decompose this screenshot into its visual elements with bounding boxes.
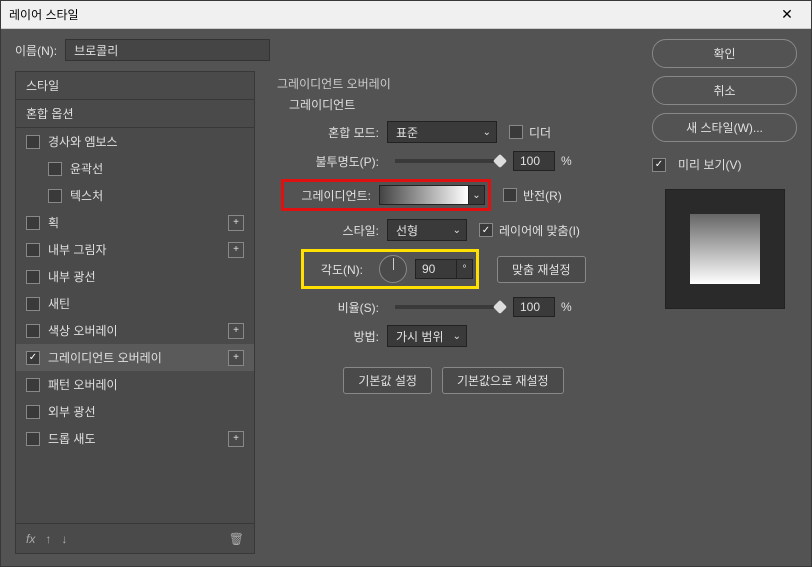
sidebar-item-label: 윤곽선 — [70, 160, 103, 177]
sidebar-item-label: 그레이디언트 오버레이 — [48, 349, 162, 366]
sidebar-item-label: 외부 광선 — [48, 403, 96, 420]
style-select[interactable]: 선형 — [387, 219, 467, 241]
scale-unit: % — [561, 300, 572, 314]
sidebar-item-4[interactable]: 내부 그림자 + — [16, 236, 254, 263]
sidebar-item-label: 경사와 엠보스 — [48, 133, 118, 150]
style-label: 스타일: — [297, 222, 387, 239]
sidebar-item-10[interactable]: 외부 광선 — [16, 398, 254, 425]
add-effect-button[interactable]: + — [228, 323, 244, 339]
gradient-highlight: 그레이디언트: ⌄ — [281, 179, 491, 211]
angle-input[interactable] — [415, 259, 457, 279]
section-title: 그레이디언트 오버레이 — [277, 75, 630, 92]
sidebar-item-label: 색상 오버레이 — [48, 322, 118, 339]
sidebar-item-8[interactable]: 그레이디언트 오버레이 + — [16, 344, 254, 371]
sidebar-item-label: 패턴 오버레이 — [48, 376, 118, 393]
sidebar-item-7[interactable]: 색상 오버레이 + — [16, 317, 254, 344]
styles-panel: 스타일혼합 옵션경사와 엠보스윤곽선텍스처획+내부 그림자+내부 광선새틴색상 … — [15, 71, 255, 554]
sidebar-item-2[interactable]: 텍스처 — [16, 182, 254, 209]
sidebar-header-styles[interactable]: 스타일 — [16, 72, 254, 100]
sidebar-item-1[interactable]: 윤곽선 — [16, 155, 254, 182]
preview-box — [665, 189, 785, 309]
name-input[interactable] — [65, 39, 270, 61]
sidebar-item-6[interactable]: 새틴 — [16, 290, 254, 317]
sidebar-checkbox-6[interactable] — [26, 297, 40, 311]
add-effect-button[interactable]: + — [228, 242, 244, 258]
angle-label: 각도(N): — [307, 261, 371, 278]
default-set-button[interactable]: 기본값 설정 — [343, 367, 432, 394]
sidebar-item-label: 텍스처 — [70, 187, 103, 204]
fx-icon[interactable]: fx — [26, 532, 35, 546]
sub-section-title: 그레이디언트 — [289, 96, 630, 113]
sidebar-item-label: 드롭 새도 — [48, 430, 96, 447]
preview-label: 미리 보기(V) — [678, 156, 742, 173]
new-style-button[interactable]: 새 스타일(W)... — [652, 113, 797, 142]
add-effect-button[interactable]: + — [228, 215, 244, 231]
cancel-button[interactable]: 취소 — [652, 76, 797, 105]
sidebar-checkbox-1[interactable] — [48, 162, 62, 176]
reverse-label: 반전(R) — [523, 187, 562, 204]
add-effect-button[interactable]: + — [228, 431, 244, 447]
preview-checkbox[interactable] — [652, 158, 666, 172]
sidebar-item-5[interactable]: 내부 광선 — [16, 263, 254, 290]
window-title: 레이어 스타일 — [9, 6, 771, 23]
preview-swatch — [690, 214, 760, 284]
trash-icon[interactable]: 🗑 — [229, 532, 244, 546]
scale-slider[interactable] — [395, 305, 505, 309]
add-effect-button[interactable]: + — [228, 350, 244, 366]
sidebar-checkbox-2[interactable] — [48, 189, 62, 203]
close-button[interactable]: ✕ — [771, 1, 803, 29]
name-label: 이름(N): — [15, 42, 57, 59]
right-panel: 확인 취소 새 스타일(W)... 미리 보기(V) — [652, 71, 797, 554]
gradient-label: 그레이디언트: — [287, 187, 379, 204]
ok-button[interactable]: 확인 — [652, 39, 797, 68]
method-select[interactable]: 가시 범위 — [387, 325, 467, 347]
align-label: 레이어에 맞춤(I) — [499, 222, 580, 239]
scale-label: 비율(S): — [297, 299, 387, 316]
dither-label: 디더 — [529, 124, 551, 141]
sidebar-item-label: 새틴 — [48, 295, 70, 312]
sidebar-checkbox-0[interactable] — [26, 135, 40, 149]
angle-dial[interactable] — [379, 255, 407, 283]
sidebar-checkbox-9[interactable] — [26, 378, 40, 392]
scale-input[interactable] — [513, 297, 555, 317]
align-checkbox[interactable] — [479, 223, 493, 237]
gradient-dropdown-icon[interactable]: ⌄ — [469, 185, 485, 205]
styles-footer: fx ↑ ↓ 🗑 — [16, 523, 254, 553]
angle-highlight: 각도(N): ° — [301, 249, 479, 289]
blend-mode-label: 혼합 모드: — [297, 124, 387, 141]
sidebar-checkbox-8[interactable] — [26, 351, 40, 365]
reverse-checkbox[interactable] — [503, 188, 517, 202]
opacity-unit: % — [561, 154, 572, 168]
sidebar-item-0[interactable]: 경사와 엠보스 — [16, 128, 254, 155]
sidebar-checkbox-10[interactable] — [26, 405, 40, 419]
sidebar-checkbox-5[interactable] — [26, 270, 40, 284]
dither-checkbox[interactable] — [509, 125, 523, 139]
reset-align-button[interactable]: 맞춤 재설정 — [497, 256, 586, 283]
sidebar-item-label: 내부 광선 — [48, 268, 96, 285]
sidebar-item-9[interactable]: 패턴 오버레이 — [16, 371, 254, 398]
sidebar-checkbox-3[interactable] — [26, 216, 40, 230]
opacity-slider[interactable] — [395, 159, 505, 163]
default-reset-button[interactable]: 기본값으로 재설정 — [442, 367, 564, 394]
arrow-down-icon[interactable]: ↓ — [61, 532, 67, 546]
sidebar-checkbox-11[interactable] — [26, 432, 40, 446]
gradient-swatch[interactable] — [379, 185, 469, 205]
method-label: 방법: — [297, 328, 387, 345]
sidebar-header-blend[interactable]: 혼합 옵션 — [16, 100, 254, 128]
sidebar-item-label: 내부 그림자 — [48, 241, 107, 258]
blend-mode-select[interactable]: 표준 — [387, 121, 497, 143]
options-panel: 그레이디언트 오버레이 그레이디언트 혼합 모드: 표준 디더 불투명도(P):… — [267, 71, 640, 554]
sidebar-checkbox-7[interactable] — [26, 324, 40, 338]
arrow-up-icon[interactable]: ↑ — [45, 532, 51, 546]
titlebar: 레이어 스타일 ✕ — [1, 1, 811, 29]
opacity-input[interactable] — [513, 151, 555, 171]
sidebar-checkbox-4[interactable] — [26, 243, 40, 257]
angle-unit: ° — [457, 259, 473, 279]
opacity-label: 불투명도(P): — [297, 153, 387, 170]
sidebar-item-11[interactable]: 드롭 새도 + — [16, 425, 254, 452]
sidebar-item-label: 획 — [48, 214, 59, 231]
sidebar-item-3[interactable]: 획+ — [16, 209, 254, 236]
